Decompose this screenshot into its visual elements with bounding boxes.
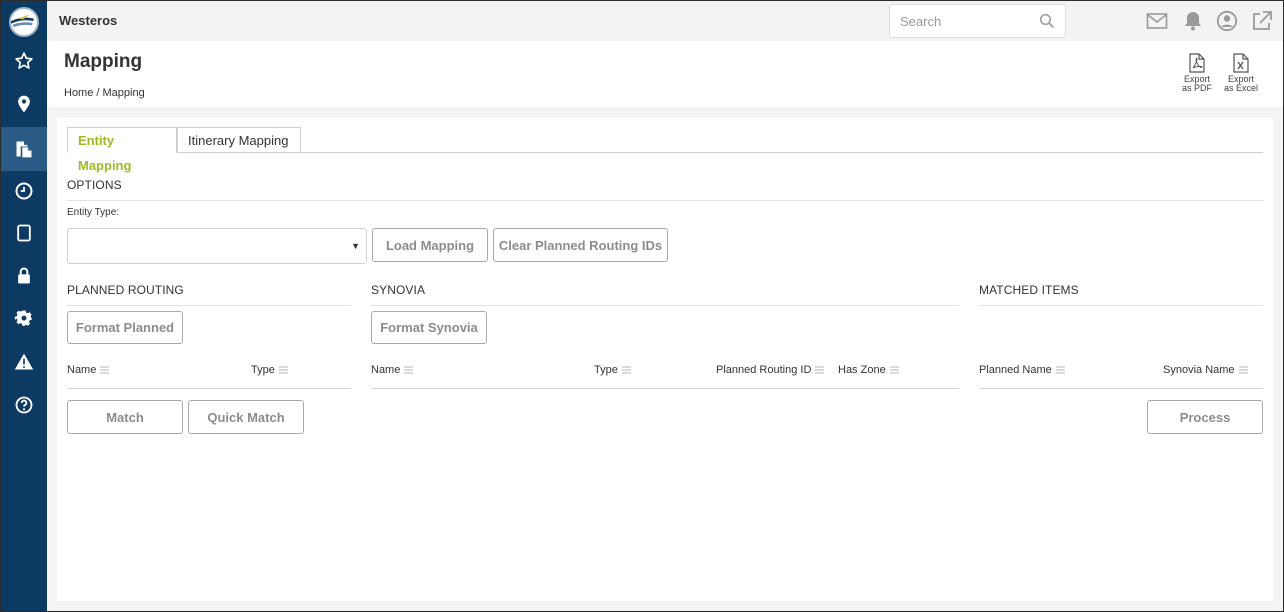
matched-grid-header-border bbox=[979, 388, 1263, 389]
column-menu-icon bbox=[621, 366, 631, 374]
export-excel-line2: as Excel bbox=[1223, 83, 1258, 93]
load-mapping-button[interactable]: Load Mapping bbox=[372, 228, 488, 262]
planned-col-type-label: Type bbox=[251, 364, 275, 376]
matched-col-synovia-name[interactable]: Synovia Name bbox=[1163, 364, 1248, 376]
synovia-divider bbox=[371, 305, 959, 306]
content-panel bbox=[57, 118, 1273, 601]
entity-type-label: Entity Type: bbox=[67, 207, 120, 218]
warning-icon bbox=[14, 353, 34, 370]
sidebar-item-history[interactable] bbox=[1, 171, 47, 211]
gear-icon bbox=[14, 310, 32, 326]
options-divider bbox=[67, 200, 1263, 201]
sidebar-item-alerts[interactable] bbox=[1, 342, 47, 382]
synovia-col-type-label: Type bbox=[594, 364, 618, 376]
matched-col-planned-name-label: Planned Name bbox=[979, 364, 1052, 376]
search-input[interactable] bbox=[890, 5, 1030, 37]
export-pdf-button[interactable]: Export as PDF bbox=[1177, 53, 1217, 93]
export-pdf-line2: as PDF bbox=[1181, 83, 1212, 93]
synovia-col-name-label: Name bbox=[371, 364, 401, 376]
planned-grid-header-border bbox=[67, 388, 351, 389]
mail-icon[interactable] bbox=[1146, 10, 1168, 32]
process-button[interactable]: Process bbox=[1147, 400, 1263, 434]
planned-col-name[interactable]: Name bbox=[67, 364, 110, 376]
map-pin-icon bbox=[18, 95, 30, 113]
synovia-col-type[interactable]: Type bbox=[594, 364, 631, 376]
clear-planned-routing-ids-button[interactable]: Clear Planned Routing IDs bbox=[493, 228, 668, 262]
dropdown-arrow-icon: ▼ bbox=[351, 241, 360, 251]
help-icon bbox=[15, 396, 33, 414]
synovia-grid-header-border bbox=[371, 388, 959, 389]
page-title: Mapping bbox=[64, 51, 143, 72]
breadcrumb[interactable]: Home / Mapping bbox=[64, 87, 145, 99]
sidebar-item-locations[interactable] bbox=[1, 84, 47, 124]
top-bar: Westeros bbox=[47, 1, 1283, 41]
column-menu-icon bbox=[278, 366, 288, 374]
globe-logo-icon bbox=[11, 9, 34, 32]
options-title: OPTIONS bbox=[67, 178, 122, 192]
column-menu-icon bbox=[404, 366, 414, 374]
star-icon bbox=[15, 52, 33, 69]
matched-items-title: MATCHED ITEMS bbox=[979, 283, 1079, 297]
column-menu-icon bbox=[1055, 366, 1065, 374]
sidebar-item-devices[interactable] bbox=[1, 213, 47, 253]
sidebar-item-security[interactable] bbox=[1, 256, 47, 296]
app-logo[interactable] bbox=[9, 7, 39, 37]
sidebar bbox=[1, 1, 47, 611]
page-header: Mapping Home / Mapping Export as PDF Exp… bbox=[47, 41, 1283, 107]
user-profile-icon[interactable] bbox=[1216, 10, 1238, 32]
quick-match-button[interactable]: Quick Match bbox=[188, 400, 304, 434]
app-name: Westeros bbox=[59, 13, 118, 28]
planned-routing-divider bbox=[67, 305, 351, 306]
clock-icon bbox=[15, 182, 33, 200]
synovia-col-has-zone[interactable]: Has Zone bbox=[838, 364, 899, 376]
lock-icon bbox=[18, 267, 30, 284]
matched-items-divider bbox=[979, 305, 1263, 306]
tab-itinerary-mapping[interactable]: Itinerary Mapping bbox=[177, 127, 301, 153]
bell-icon[interactable] bbox=[1182, 10, 1204, 32]
synovia-title: SYNOVIA bbox=[371, 283, 426, 297]
column-menu-icon bbox=[889, 366, 899, 374]
export-excel-button[interactable]: Export as Excel bbox=[1221, 53, 1261, 93]
entity-type-select[interactable]: ▼ bbox=[67, 228, 367, 264]
column-menu-icon bbox=[1238, 366, 1248, 374]
synovia-col-planned-routing-id[interactable]: Planned Routing ID bbox=[716, 364, 825, 376]
synovia-col-name[interactable]: Name bbox=[371, 364, 414, 376]
pdf-file-icon bbox=[1189, 53, 1205, 73]
excel-file-icon bbox=[1233, 53, 1249, 73]
external-link-icon[interactable] bbox=[1251, 10, 1273, 32]
match-button[interactable]: Match bbox=[67, 400, 183, 434]
column-menu-icon bbox=[100, 366, 110, 374]
format-synovia-button[interactable]: Format Synovia bbox=[371, 311, 487, 344]
tablet-icon bbox=[17, 224, 31, 242]
search-box bbox=[889, 4, 1066, 38]
sidebar-item-settings[interactable] bbox=[1, 299, 47, 339]
column-menu-icon bbox=[815, 366, 825, 374]
search-icon[interactable] bbox=[1039, 13, 1055, 29]
synovia-col-has-zone-label: Has Zone bbox=[838, 364, 886, 376]
planned-routing-title: PLANNED ROUTING bbox=[67, 283, 184, 297]
synovia-col-planned-routing-id-label: Planned Routing ID bbox=[716, 364, 812, 376]
sidebar-item-favorites[interactable] bbox=[1, 41, 47, 81]
planned-col-type[interactable]: Type bbox=[251, 364, 288, 376]
tab-entity-mapping[interactable]: Entity Mapping bbox=[67, 127, 177, 173]
format-planned-button[interactable]: Format Planned bbox=[67, 311, 183, 344]
matched-col-planned-name[interactable]: Planned Name bbox=[979, 364, 1065, 376]
documents-icon bbox=[16, 141, 32, 158]
planned-col-name-label: Name bbox=[67, 364, 97, 376]
sidebar-item-mapping[interactable] bbox=[1, 127, 47, 171]
sidebar-item-help[interactable] bbox=[1, 385, 47, 425]
matched-col-synovia-name-label: Synovia Name bbox=[1163, 364, 1235, 376]
